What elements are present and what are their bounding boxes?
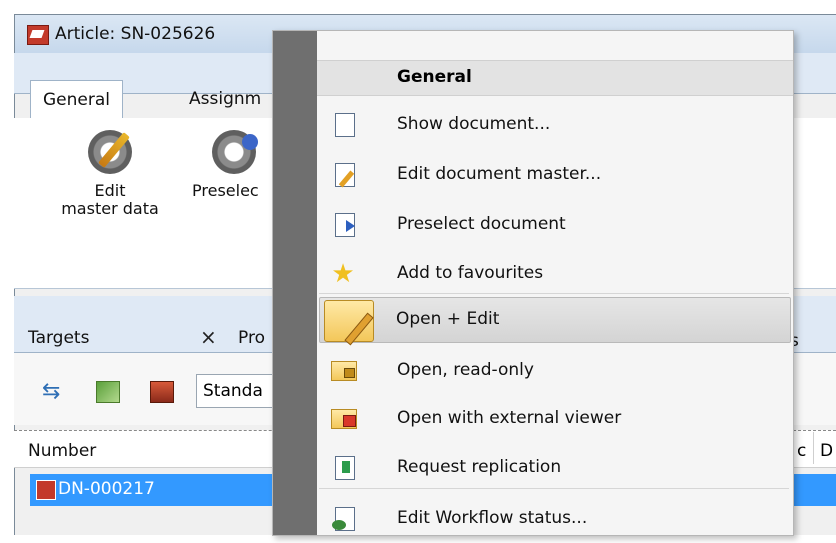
close-icon[interactable]: ×	[200, 325, 217, 349]
menu-item-open-external-viewer[interactable]: Open with external viewer	[317, 395, 793, 443]
preselect-label: Preselec	[192, 181, 259, 200]
edit-master-data-button[interactable]: Edit master data	[40, 130, 180, 218]
image-icon[interactable]	[96, 381, 120, 403]
menu-separator	[319, 488, 789, 489]
menu-item-label: Request replication	[397, 457, 562, 477]
menu-header-label: General	[397, 67, 472, 87]
app-icon	[27, 25, 49, 45]
window-title: Article: SN-025626	[55, 24, 216, 44]
column-number[interactable]: Number	[28, 441, 96, 461]
menu-item-label: Open, read-only	[397, 360, 534, 380]
document-icon	[335, 113, 355, 137]
edit-master-data-label-2: master data	[61, 199, 159, 218]
tab-assignments[interactable]: Assignm	[177, 80, 273, 118]
preselect-gear-icon	[212, 130, 258, 174]
menu-item-open-read-only[interactable]: Open, read-only	[317, 347, 793, 395]
tab-general[interactable]: General	[30, 80, 123, 120]
workflow-icon	[332, 507, 355, 531]
menu-item-label: Edit document master...	[397, 164, 602, 184]
star-icon: ★	[331, 259, 355, 289]
menu-separator	[319, 293, 789, 294]
column-divider	[813, 432, 814, 464]
column-c[interactable]: c	[797, 441, 806, 461]
menu-section-header: General	[317, 60, 793, 96]
menu-item-add-to-favourites[interactable]: ★ Add to favourites	[317, 250, 793, 298]
edit-gear-icon	[88, 130, 132, 174]
menu-item-label: Open + Edit	[396, 309, 500, 329]
menu-item-label: Add to favourites	[397, 263, 544, 283]
menu-gutter	[273, 31, 317, 535]
document-preselect-icon	[335, 213, 355, 237]
menu-item-request-replication[interactable]: Request replication	[317, 444, 793, 492]
replication-icon	[335, 456, 355, 480]
menu-item-edit-workflow-status[interactable]: Edit Workflow status...	[317, 495, 793, 543]
folder-open-edit-icon	[324, 300, 374, 342]
menu-item-label: Edit Workflow status...	[397, 508, 588, 528]
menu-item-open-edit[interactable]: Open + Edit	[319, 297, 791, 343]
document-type-icon	[36, 480, 56, 500]
menu-item-label: Open with external viewer	[397, 408, 622, 428]
tab-targets[interactable]: Targets	[28, 328, 89, 348]
folder-external-icon	[331, 409, 357, 429]
context-menu: General Show document... Edit document m…	[272, 30, 794, 536]
menu-item-label: Show document...	[397, 114, 551, 134]
menu-item-show-document[interactable]: Show document...	[317, 101, 793, 149]
book-icon[interactable]	[150, 381, 174, 403]
tab-pro[interactable]: Pro	[238, 328, 265, 348]
edit-master-data-label-1: Edit	[94, 181, 126, 200]
row-number: DN-000217	[58, 479, 155, 499]
menu-item-preselect-document[interactable]: Preselect document	[317, 201, 793, 249]
document-edit-icon	[335, 163, 355, 187]
folder-lock-icon	[331, 361, 357, 381]
menu-item-label: Preselect document	[397, 214, 566, 234]
menu-item-edit-document-master[interactable]: Edit document master...	[317, 151, 793, 199]
preselect-button[interactable]: Preselec	[186, 130, 272, 200]
refresh-icon[interactable]: ⇆	[42, 379, 64, 404]
column-d[interactable]: D	[820, 441, 833, 461]
